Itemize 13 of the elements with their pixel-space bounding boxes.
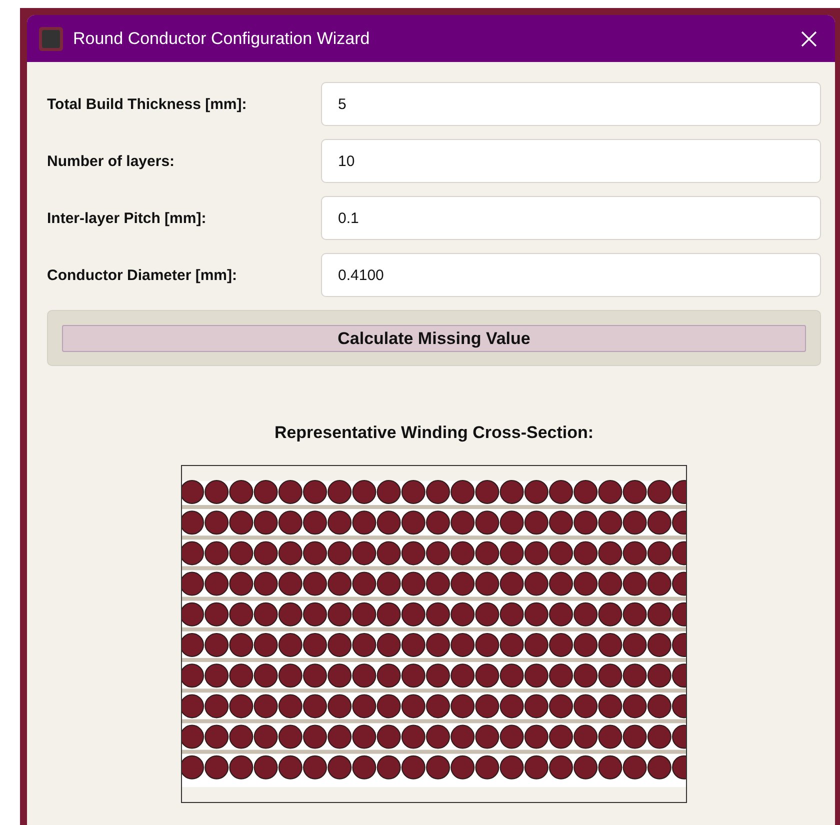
- input-field[interactable]: 5: [321, 82, 821, 126]
- input-field[interactable]: 0.4100: [321, 253, 821, 297]
- field-label: Total Build Thickness [mm]:: [47, 96, 248, 112]
- section-heading: Representative Winding Cross-Section:: [274, 423, 594, 443]
- field-label: Number of layers:: [47, 152, 176, 170]
- input-field[interactable]: 0.1: [321, 196, 821, 240]
- calculate-button[interactable]: Calculate Missing Value: [62, 325, 806, 352]
- field-label: Inter-layer Pitch [mm]:: [47, 210, 208, 226]
- field-label: Conductor Diameter [mm]:: [47, 266, 238, 284]
- close-icon: [800, 30, 818, 48]
- window-title: Round Conductor Configuration Wizard: [73, 28, 371, 48]
- input-field[interactable]: 10: [321, 139, 821, 183]
- app-icon: [39, 26, 63, 50]
